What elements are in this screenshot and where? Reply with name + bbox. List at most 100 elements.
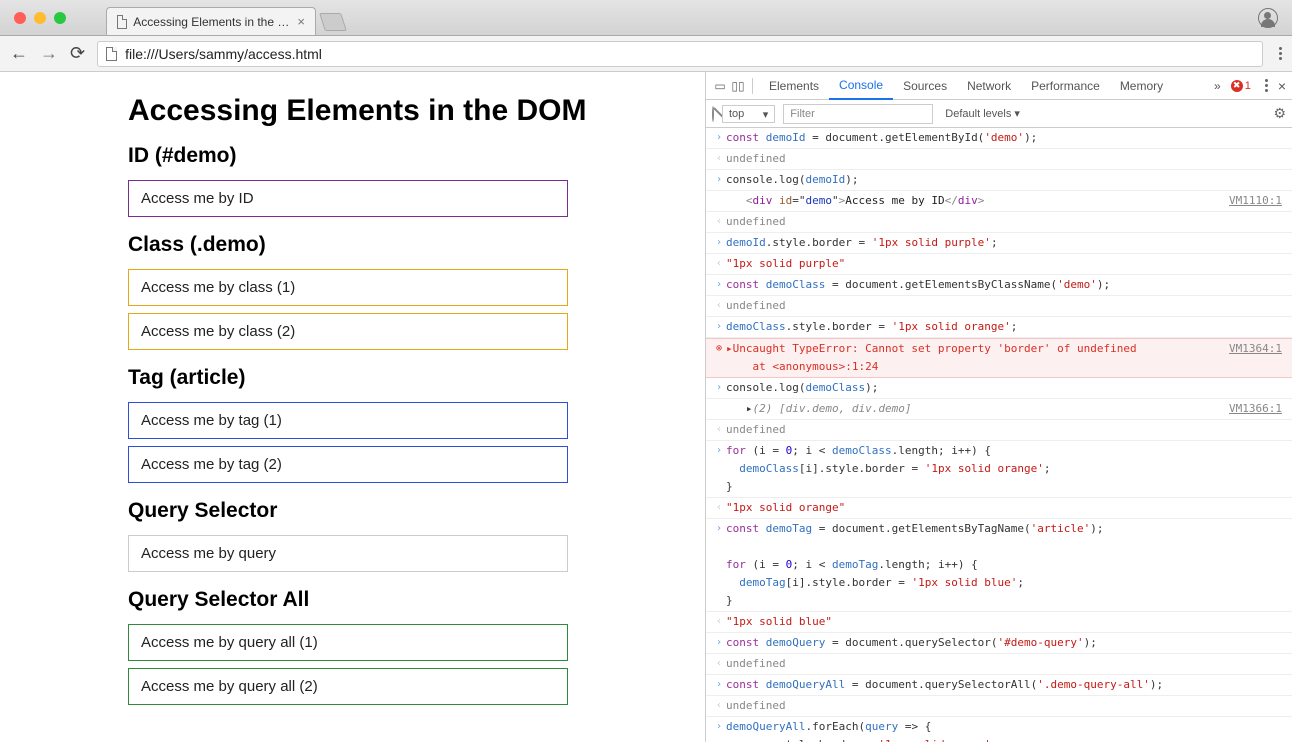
context-selector[interactable]: top [722, 105, 775, 123]
console-output[interactable]: ›const demoId = document.getElementById(… [706, 128, 1292, 742]
console-line: ▸(2) [div.demo, div.demo] VM1366:1 [706, 399, 1292, 420]
console-gutter: › [712, 129, 726, 147]
browser-toolbar: ← → ⟳ file:///Users/sammy/access.html [0, 36, 1292, 72]
console-gutter: › [712, 171, 726, 189]
browser-tab[interactable]: Accessing Elements in the DOM × [106, 7, 316, 35]
file-icon [106, 47, 117, 61]
console-message: "1px solid purple" [726, 255, 1282, 273]
console-gutter: › [712, 520, 726, 610]
console-message: const demoTag = document.getElementsByTa… [726, 520, 1282, 610]
forward-button[interactable]: → [40, 43, 58, 64]
devtools-tab-elements[interactable]: Elements [759, 72, 829, 99]
console-message: const demoId = document.getElementById('… [726, 129, 1282, 147]
console-line: ›const demoQueryAll = document.querySele… [706, 675, 1292, 696]
console-message: undefined [726, 421, 1282, 439]
console-message: for (i = 0; i < demoClass.length; i++) {… [726, 442, 1282, 496]
console-message: demoClass.style.border = '1px solid oran… [726, 318, 1282, 336]
reload-button[interactable]: ⟳ [70, 43, 85, 64]
devtools-tab-sources[interactable]: Sources [893, 72, 957, 99]
console-message: const demoClass = document.getElementsBy… [726, 276, 1282, 294]
console-message: console.log(demoClass); [726, 379, 1282, 397]
devtools-tab-memory[interactable]: Memory [1110, 72, 1173, 99]
console-message: console.log(demoId); [726, 171, 1282, 189]
devtools-close-button[interactable]: × [1278, 78, 1286, 94]
console-line: ›const demoQuery = document.querySelecto… [706, 633, 1292, 654]
log-levels-selector[interactable]: Default levels ▾ [945, 107, 1020, 120]
console-gutter: › [712, 718, 726, 742]
console-gutter: ⊗ [712, 340, 726, 376]
console-line: ‹undefined [706, 296, 1292, 317]
devtools-menu-button[interactable] [1265, 79, 1268, 92]
console-gutter: › [712, 442, 726, 496]
console-gutter: ‹ [712, 255, 726, 273]
back-button[interactable]: ← [10, 43, 28, 64]
console-source-link[interactable]: VM1366:1 [1229, 400, 1282, 418]
demo-box: Access me by ID [128, 180, 568, 217]
console-gutter: › [712, 234, 726, 252]
console-message: undefined [726, 697, 1282, 715]
devtools-tab-network[interactable]: Network [957, 72, 1021, 99]
section-heading: Tag (article) [128, 366, 665, 390]
console-line: ‹"1px solid orange" [706, 498, 1292, 519]
console-settings-icon[interactable]: ⚙ [1273, 105, 1286, 122]
inspect-element-icon[interactable]: ▭ [712, 78, 728, 94]
console-line: ‹undefined [706, 212, 1292, 233]
console-message: "1px solid orange" [726, 499, 1282, 517]
console-message: "1px solid blue" [726, 613, 1282, 631]
console-gutter: ‹ [712, 421, 726, 439]
devtools-tab-performance[interactable]: Performance [1021, 72, 1110, 99]
console-line: ›demoId.style.border = '1px solid purple… [706, 233, 1292, 254]
browser-tab-bar: Accessing Elements in the DOM × [0, 0, 1292, 36]
section-heading: Query Selector [128, 499, 665, 523]
console-line: ›const demoId = document.getElementById(… [706, 128, 1292, 149]
section-heading: ID (#demo) [128, 144, 665, 168]
address-bar[interactable]: file:///Users/sammy/access.html [97, 41, 1263, 67]
console-line: ›demoQueryAll.forEach(query => { query.s… [706, 717, 1292, 742]
more-tabs-icon[interactable]: » [1214, 79, 1221, 93]
close-window-button[interactable] [14, 12, 26, 24]
console-message: ▸Uncaught TypeError: Cannot set property… [726, 340, 1221, 376]
console-message: demoId.style.border = '1px solid purple'… [726, 234, 1282, 252]
console-line: ‹undefined [706, 420, 1292, 441]
console-source-link[interactable]: VM1364:1 [1229, 340, 1282, 376]
console-line: ›console.log(demoId); [706, 170, 1292, 191]
devtools-tab-console[interactable]: Console [829, 72, 893, 100]
new-tab-button[interactable] [319, 13, 347, 31]
console-line: ‹"1px solid purple" [706, 254, 1292, 275]
profile-icon[interactable] [1258, 8, 1278, 28]
filter-input[interactable]: Filter [783, 104, 933, 124]
console-message: undefined [726, 297, 1282, 315]
console-gutter: ‹ [712, 499, 726, 517]
console-message: ▸(2) [div.demo, div.demo] [726, 400, 1221, 418]
error-badge[interactable]: 1 [1231, 80, 1251, 92]
console-line: ‹"1px solid blue" [706, 612, 1292, 633]
device-toolbar-icon[interactable]: ▯▯ [730, 78, 746, 94]
console-gutter: ‹ [712, 297, 726, 315]
url-text: file:///Users/sammy/access.html [125, 46, 322, 62]
console-gutter: ‹ [712, 697, 726, 715]
console-message: undefined [726, 655, 1282, 673]
console-line: ›for (i = 0; i < demoClass.length; i++) … [706, 441, 1292, 498]
demo-box: Access me by query all (1) [128, 624, 568, 661]
window-controls [14, 12, 66, 24]
demo-box: Access me by query all (2) [128, 668, 568, 705]
console-gutter [712, 400, 726, 418]
console-line: ›demoClass.style.border = '1px solid ora… [706, 317, 1292, 338]
console-gutter: › [712, 318, 726, 336]
page-icon [117, 15, 127, 29]
demo-box: Access me by query [128, 535, 568, 572]
console-toolbar: top Filter Default levels ▾ ⚙ [706, 100, 1292, 128]
devtools-panel: ▭ ▯▯ ElementsConsoleSourcesNetworkPerfor… [705, 72, 1292, 742]
close-tab-button[interactable]: × [297, 14, 305, 29]
console-message: const demoQueryAll = document.querySelec… [726, 676, 1282, 694]
minimize-window-button[interactable] [34, 12, 46, 24]
maximize-window-button[interactable] [54, 12, 66, 24]
webpage-content: Accessing Elements in the DOM ID (#demo)… [0, 72, 705, 742]
demo-box: Access me by tag (1) [128, 402, 568, 439]
page-title: Accessing Elements in the DOM [128, 94, 665, 128]
console-line: ›const demoClass = document.getElementsB… [706, 275, 1292, 296]
clear-console-icon[interactable] [712, 107, 714, 121]
browser-menu-button[interactable] [1279, 47, 1282, 60]
console-source-link[interactable]: VM1110:1 [1229, 192, 1282, 210]
console-message: demoQueryAll.forEach(query => { query.st… [726, 718, 1282, 742]
